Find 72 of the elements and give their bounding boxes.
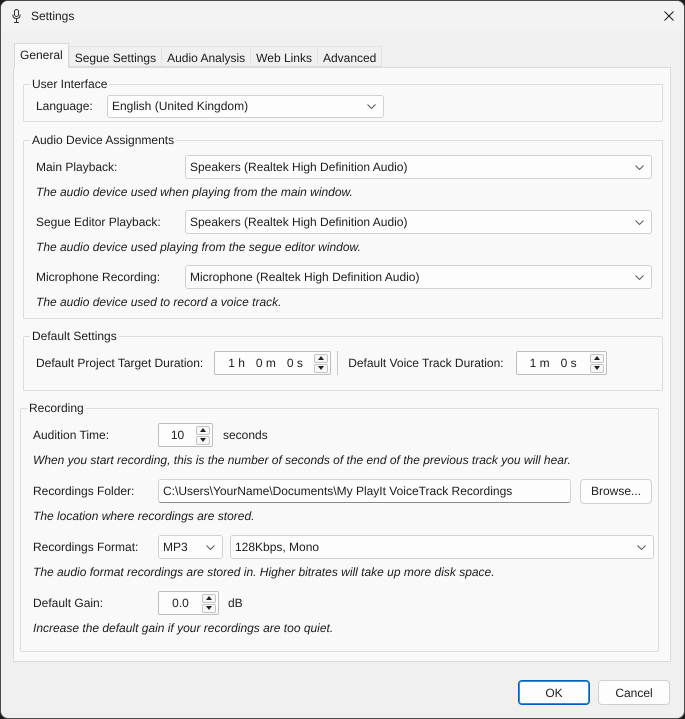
- tab[interactable]: General: [14, 43, 69, 68]
- duration-segment[interactable]: 0 s: [560, 356, 577, 370]
- help-text: Increase the default gain if your recordings are too quiet.: [33, 620, 334, 636]
- group-title: Default Settings: [31, 329, 118, 344]
- chevron-down-icon: [367, 104, 376, 109]
- duration-spinbox[interactable]: 1 h 0 m 0 s: [214, 351, 332, 375]
- field-label: Audition Time:: [33, 428, 110, 442]
- group-title: Recording: [28, 401, 85, 416]
- down-triangle-icon: [206, 606, 212, 610]
- help-text: When you start recording, this is the number of seconds of the end of the previous track you will hear.: [33, 452, 572, 468]
- help-text: The audio device used to record a voice track.: [36, 294, 282, 310]
- spin-down-button[interactable]: [196, 436, 210, 444]
- close-icon[interactable]: [664, 11, 674, 21]
- down-triangle-icon: [200, 438, 206, 442]
- down-triangle-icon: [318, 366, 324, 370]
- tab[interactable]: Advanced: [316, 46, 382, 67]
- number-spinbox[interactable]: 10: [158, 423, 213, 447]
- device-dropdown[interactable]: Microphone (Realtek High Definition Audio): [185, 265, 652, 289]
- folder-path-field[interactable]: C:\Users\YourName\Documents\My PlayIt VoiceTrack Recordings: [158, 479, 571, 503]
- device-dropdown[interactable]: Speakers (Realtek High Definition Audio): [185, 210, 652, 234]
- field-label: Main Playback:: [36, 160, 118, 174]
- tab[interactable]: Web Links: [250, 46, 318, 67]
- spin-up-button[interactable]: [196, 426, 210, 434]
- microphone-icon: [12, 9, 21, 23]
- chevron-down-icon: [206, 544, 215, 550]
- spin-up-button[interactable]: [202, 594, 216, 602]
- spin-up-button[interactable]: [314, 354, 328, 362]
- chevron-down-icon: [635, 220, 644, 224]
- field-label: Segue Editor Playback:: [36, 214, 162, 230]
- spin-up-button[interactable]: [590, 354, 604, 362]
- field-label: Microphone Recording:: [36, 270, 162, 284]
- field-label: Recordings Folder:: [33, 484, 136, 498]
- up-triangle-icon: [200, 428, 206, 432]
- bitrate-dropdown[interactable]: 128Kbps, Mono: [230, 535, 654, 559]
- down-triangle-icon: [594, 366, 600, 370]
- ok-button[interactable]: OK: [518, 680, 590, 705]
- unit-label: dB: [228, 596, 243, 610]
- number-spinbox[interactable]: 0.0: [158, 591, 219, 615]
- field-label: Default Project Target Duration:: [36, 356, 204, 370]
- help-text: The audio device used playing from the segue editor window.: [36, 239, 362, 255]
- field-label: Language:: [36, 99, 94, 114]
- duration-segment[interactable]: 1 m: [530, 356, 550, 370]
- up-triangle-icon: [206, 596, 212, 600]
- browse-button[interactable]: Browse...: [580, 478, 652, 504]
- duration-segment[interactable]: 1 h: [228, 356, 245, 370]
- language-dropdown[interactable]: English (United Kingdom): [107, 95, 384, 118]
- chevron-down-icon: [637, 544, 646, 550]
- tab[interactable]: Audio Analysis: [161, 46, 252, 67]
- chevron-down-icon: [635, 274, 644, 280]
- duration-spinbox[interactable]: 1 m 0 s: [516, 351, 607, 375]
- up-triangle-icon: [318, 356, 324, 360]
- help-text: The audio device used when playing from the main window.: [36, 184, 354, 200]
- tab[interactable]: Segue Settings: [68, 46, 162, 67]
- unit-label: seconds: [223, 428, 268, 442]
- group-title: User Interface: [31, 77, 108, 92]
- chevron-down-icon: [635, 164, 644, 170]
- field-label: Default Voice Track Duration:: [348, 356, 504, 370]
- spin-down-button[interactable]: [314, 364, 328, 372]
- format-dropdown[interactable]: MP3: [158, 535, 223, 559]
- window-title: Settings: [31, 8, 74, 24]
- spin-down-button[interactable]: [202, 604, 216, 612]
- field-label: Recordings Format:: [33, 540, 140, 554]
- device-dropdown[interactable]: Speakers (Realtek High Definition Audio): [185, 155, 652, 179]
- help-text: The location where recordings are stored.: [33, 508, 256, 524]
- duration-segment[interactable]: 0 m: [256, 356, 276, 370]
- up-triangle-icon: [594, 356, 600, 360]
- duration-segment[interactable]: 0 s: [286, 356, 303, 370]
- help-text: The audio format recordings are stored in. Higher bitrates will take up more disk space.: [33, 564, 496, 580]
- field-label: Default Gain:: [33, 596, 104, 610]
- cancel-button[interactable]: Cancel: [598, 680, 670, 705]
- spin-down-button[interactable]: [590, 364, 604, 372]
- group-title: Audio Device Assignments: [31, 133, 176, 148]
